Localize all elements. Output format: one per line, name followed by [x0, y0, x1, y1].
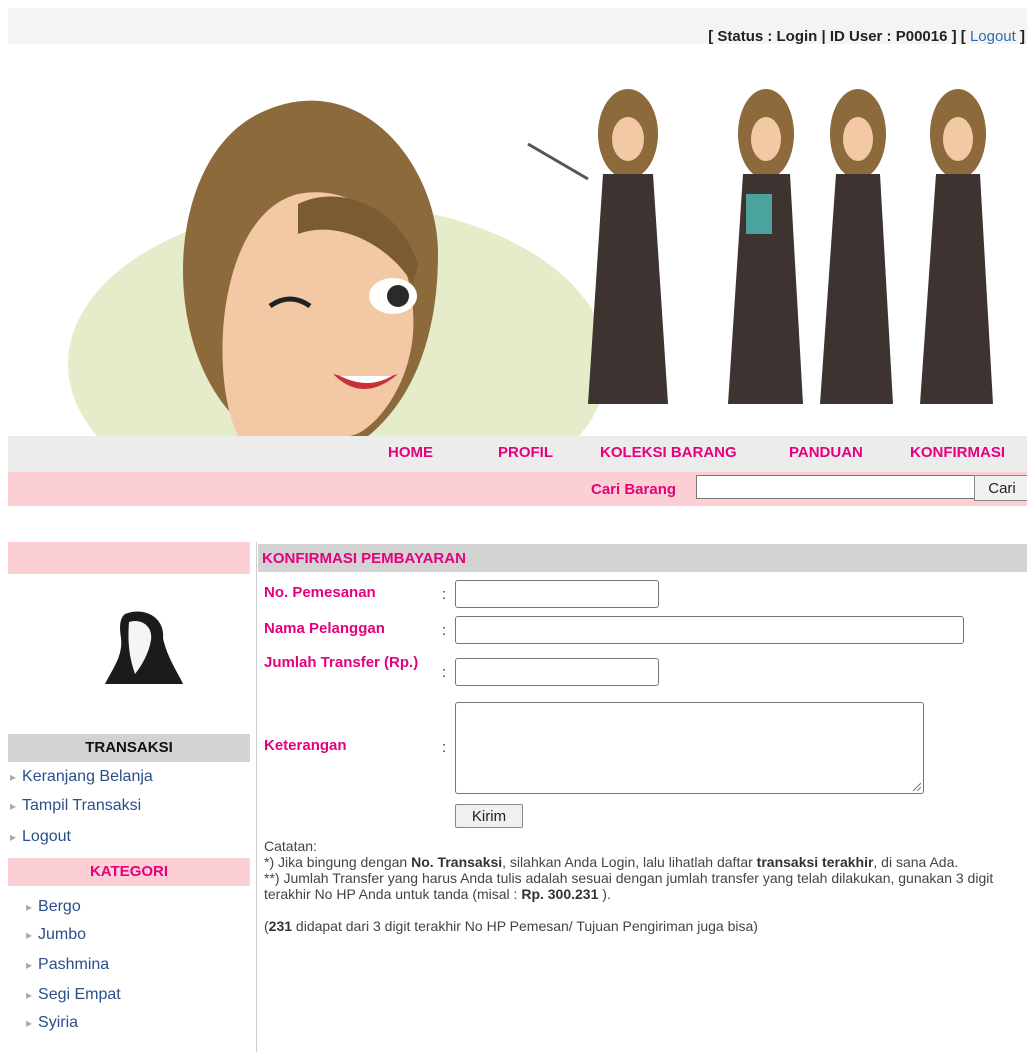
- sidebar-link-tampil-transaksi[interactable]: ▸ Tampil Transaksi: [10, 797, 141, 815]
- sidebar-link-label: Keranjang Belanja: [22, 768, 153, 785]
- arrow-right-icon: ▸: [26, 958, 33, 972]
- jumlah-transfer-field[interactable]: [455, 658, 659, 686]
- keterangan-textarea[interactable]: [455, 702, 924, 794]
- hijab-logo-icon: [95, 608, 185, 688]
- sidebar-item-segi-empat[interactable]: ▸ Segi Empat: [26, 986, 121, 1004]
- nama-pelanggan-label: Nama Pelanggan: [264, 620, 385, 637]
- transaksi-heading: TRANSAKSI: [8, 734, 250, 762]
- arrow-right-icon: ▸: [26, 900, 33, 914]
- nav-panduan[interactable]: PANDUAN: [789, 444, 863, 461]
- no-pemesanan-field[interactable]: [455, 580, 659, 608]
- note-line-1: *) Jika bingung dengan No. Transaksi, si…: [264, 854, 959, 870]
- note-line-3: (231 didapat dari 3 digit terakhir No HP…: [264, 918, 758, 934]
- colon: :: [442, 586, 447, 603]
- search-label: Cari Barang: [591, 481, 677, 498]
- top-status-bar: [ Status : Login | ID User : P00016 ] [ …: [8, 8, 1027, 45]
- colon: :: [442, 622, 447, 639]
- sidebar-item-pashmina[interactable]: ▸ Pashmina: [26, 956, 109, 974]
- nav-konfirmasi[interactable]: KONFIRMASI: [910, 444, 1005, 461]
- sidebar-item-jumbo[interactable]: ▸ Jumbo: [26, 926, 86, 944]
- arrow-right-icon: ▸: [10, 799, 17, 813]
- sidebar-link-label: Tampil Transaksi: [22, 797, 142, 814]
- header-banner: [8, 44, 1027, 436]
- sidebar-item-label: Bergo: [38, 898, 81, 915]
- column-divider: [256, 542, 257, 1052]
- search-input[interactable]: [696, 475, 976, 499]
- note-line-2: **) Jumlah Transfer yang harus Anda tuli…: [264, 870, 994, 902]
- sidebar-item-bergo[interactable]: ▸ Bergo: [26, 898, 81, 916]
- login-status: [ Status : Login | ID User : P00016 ] [ …: [708, 28, 1025, 45]
- sidebar-link-keranjang[interactable]: ▸ Keranjang Belanja: [10, 768, 153, 786]
- sidebar-item-label: Pashmina: [38, 956, 110, 973]
- notes-heading: Catatan:: [264, 838, 317, 854]
- status-close-bracket: ]: [1015, 28, 1025, 45]
- no-pemesanan-label: No. Pemesanan: [264, 584, 376, 601]
- arrow-right-icon: ▸: [26, 1016, 33, 1030]
- colon: :: [442, 664, 447, 681]
- nav-koleksi-barang[interactable]: KOLEKSI BARANG: [600, 444, 737, 461]
- sidebar-item-label: Segi Empat: [38, 986, 121, 1003]
- resize-handle-icon[interactable]: [911, 781, 921, 791]
- nama-pelanggan-field[interactable]: [455, 616, 964, 644]
- standing-girls-illustration: [527, 89, 993, 404]
- status-text: [ Status : Login | ID User : P00016 ] [: [708, 28, 970, 45]
- nav-home[interactable]: HOME: [388, 444, 433, 461]
- arrow-right-icon: ▸: [10, 830, 17, 844]
- winking-girl-illustration: [183, 100, 438, 436]
- search-button[interactable]: Cari: [974, 475, 1027, 501]
- form-title: KONFIRMASI PEMBAYARAN: [262, 550, 466, 567]
- sidebar-item-label: Syiria: [38, 1014, 79, 1031]
- jumlah-transfer-label: Jumlah Transfer (Rp.): [264, 654, 419, 671]
- arrow-right-icon: ▸: [10, 770, 17, 784]
- banner-illustration: [68, 89, 993, 436]
- logout-link[interactable]: Logout: [970, 28, 1016, 45]
- sidebar-item-label: Jumbo: [38, 926, 87, 943]
- search-bar: Cari Barang Cari: [8, 472, 1027, 506]
- sidebar-top-bar: [8, 542, 250, 574]
- catatan-notes: Catatan: *) Jika bingung dengan No. Tran…: [264, 838, 1024, 934]
- form-header: KONFIRMASI PEMBAYARAN: [258, 544, 1027, 572]
- kirim-button[interactable]: Kirim: [455, 804, 523, 828]
- sidebar-item-syiria[interactable]: ▸ Syiria: [26, 1014, 78, 1032]
- keterangan-label: Keterangan: [264, 737, 347, 754]
- main-navigation: HOME PROFIL KOLEKSI BARANG PANDUAN KONFI…: [8, 436, 1027, 472]
- kategori-heading: KATEGORI: [8, 858, 250, 886]
- sidebar-link-label: Logout: [22, 828, 71, 845]
- arrow-right-icon: ▸: [26, 988, 33, 1002]
- nav-profil[interactable]: PROFIL: [498, 444, 553, 461]
- arrow-right-icon: ▸: [26, 928, 33, 942]
- colon: :: [442, 739, 447, 756]
- sidebar-link-logout[interactable]: ▸ Logout: [10, 828, 71, 846]
